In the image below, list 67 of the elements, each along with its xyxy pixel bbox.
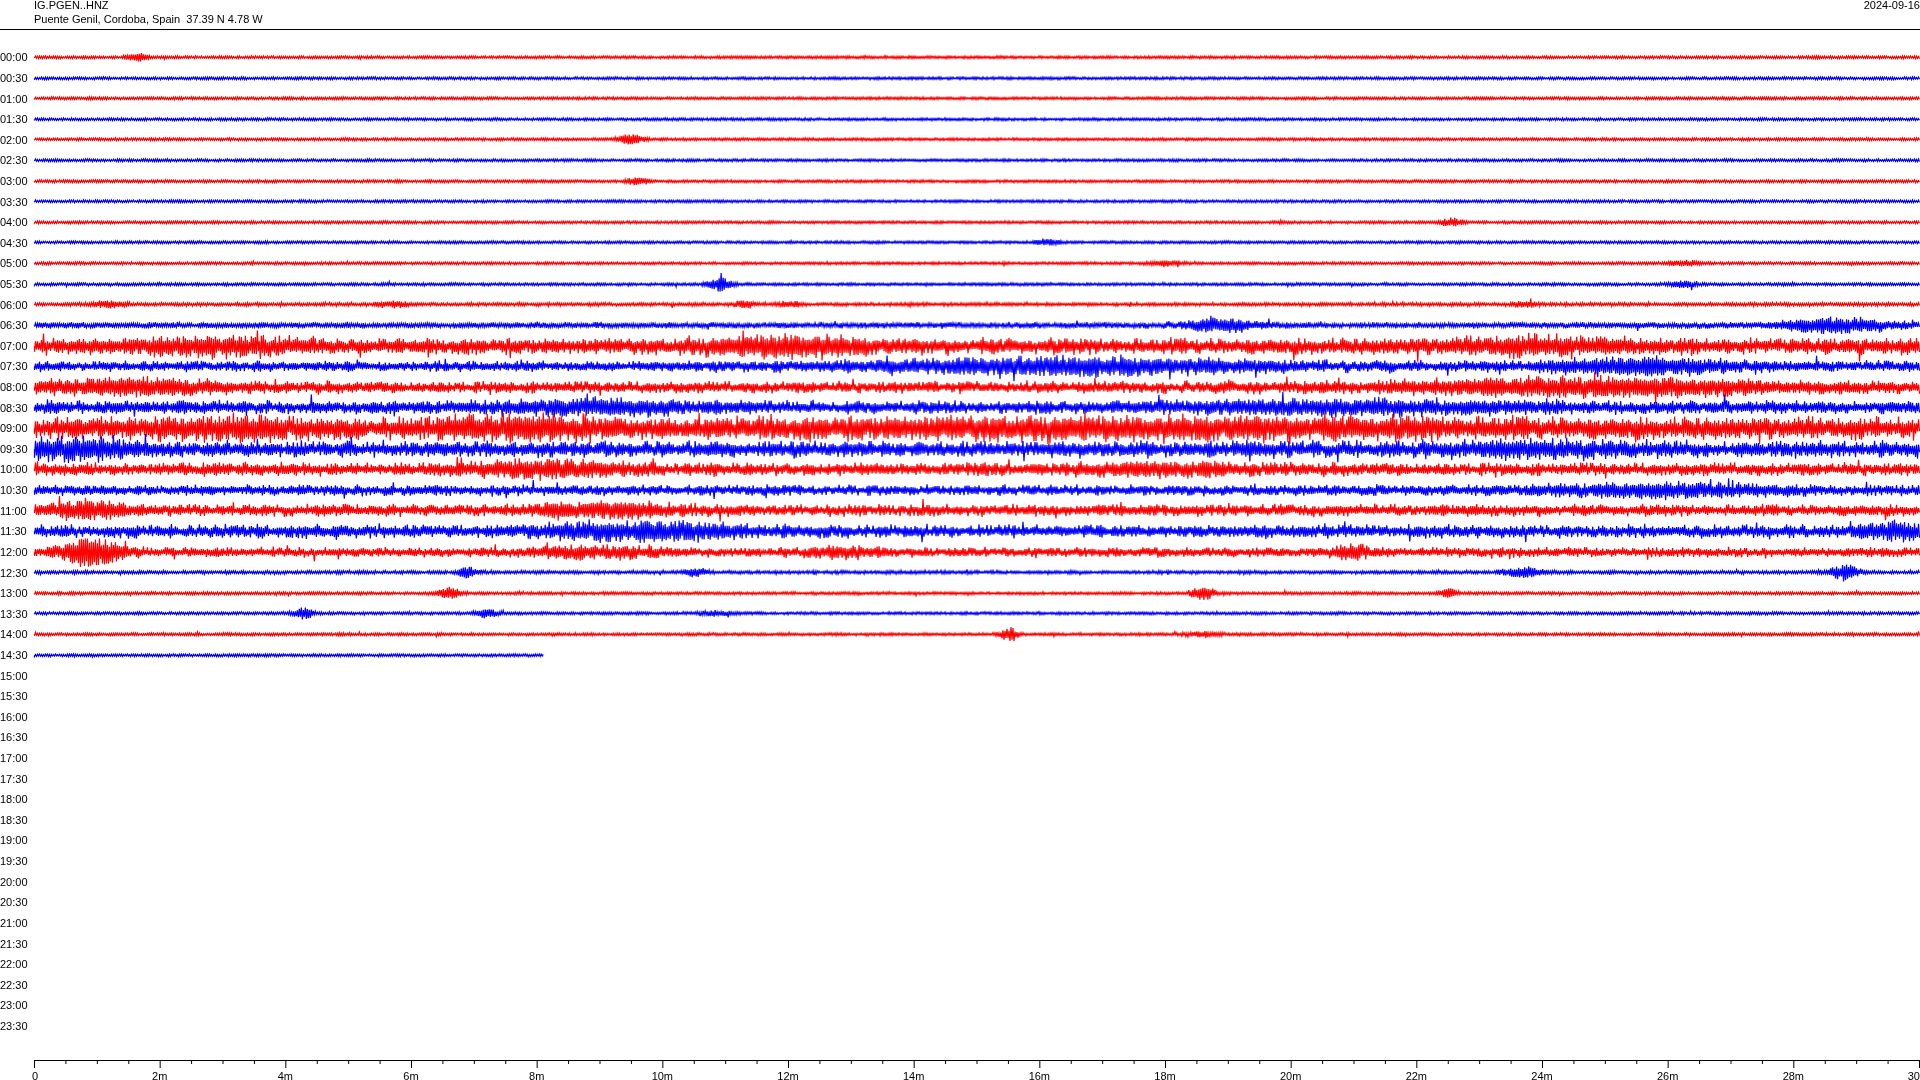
time-label: 11:00 — [0, 504, 28, 517]
time-label: 16:30 — [0, 731, 29, 744]
axis-tick-label: 22m — [1405, 1070, 1428, 1080]
time-label: 18:00 — [0, 793, 29, 806]
time-label: 10:30 — [0, 484, 29, 497]
time-label: 02:30 — [0, 154, 29, 167]
time-label: 18:30 — [0, 813, 29, 826]
time-label: 14:00 — [0, 628, 29, 641]
date-label: 2024-09-16 — [1863, 0, 1920, 12]
axis-tick-label: 18m — [1154, 1070, 1176, 1080]
time-label: 20:00 — [0, 875, 29, 888]
time-label: 15:30 — [0, 690, 29, 703]
axis-tick-label: 12m — [777, 1070, 799, 1080]
axis-tick-label: 8m — [529, 1070, 545, 1080]
station-code: IG.PGEN..HNZ — [34, 0, 109, 12]
time-label: 23:00 — [0, 999, 29, 1012]
axis-tick-label: 16m — [1028, 1070, 1051, 1080]
axis-tick-label: 10m — [651, 1070, 674, 1080]
time-label: 00:30 — [0, 71, 29, 84]
time-label: 10:00 — [0, 463, 29, 476]
axis-tick-label: 0 — [32, 1070, 39, 1080]
time-label: 08:00 — [0, 381, 29, 394]
time-label: 04:30 — [0, 236, 29, 249]
axis-tick-label: 4m — [277, 1070, 293, 1080]
axis-tick-label: 14m — [902, 1070, 925, 1080]
station-location: Puente Genil, Cordoba, Spain 37.39 N 4.78 W — [34, 13, 263, 26]
time-label: 23:30 — [0, 1019, 29, 1032]
time-label: 03:00 — [0, 174, 29, 187]
time-label: 09:30 — [0, 442, 29, 455]
time-label: 06:30 — [0, 319, 29, 332]
time-label: 19:00 — [0, 834, 29, 847]
time-label: 01:30 — [0, 113, 29, 126]
time-label: 19:30 — [0, 855, 29, 868]
time-label: 09:00 — [0, 422, 29, 435]
time-label: 12:00 — [0, 545, 29, 558]
time-label: 21:30 — [0, 937, 29, 950]
time-label: 13:30 — [0, 607, 29, 620]
time-label: 06:00 — [0, 298, 29, 311]
axis-tick-label: 20m — [1279, 1070, 1302, 1080]
axis-tick-label: 26m — [1656, 1070, 1679, 1080]
time-label: 03:30 — [0, 195, 29, 208]
time-label: 17:30 — [0, 772, 29, 785]
time-label: 16:00 — [0, 710, 29, 723]
axis-tick-label: 2m — [152, 1070, 168, 1080]
time-label: 21:00 — [0, 916, 29, 929]
time-label: 01:00 — [0, 92, 29, 105]
time-label: 22:30 — [0, 978, 29, 991]
time-label: 00:00 — [0, 51, 29, 64]
time-label: 05:30 — [0, 278, 29, 290]
axis-tick-label: 24m — [1531, 1070, 1553, 1080]
time-label: 15:00 — [0, 669, 29, 682]
time-label: 12:30 — [0, 566, 29, 579]
time-label: 14:30 — [0, 648, 29, 661]
axis-tick-label: 6m — [403, 1070, 419, 1080]
time-label: 11:30 — [0, 525, 28, 538]
time-label: 13:00 — [0, 587, 29, 600]
time-label: 04:00 — [0, 216, 29, 229]
time-label: 22:00 — [0, 958, 29, 971]
axis-tick-label: 30 — [1907, 1070, 1920, 1080]
axis-tick-label: 28m — [1782, 1070, 1805, 1080]
time-label: 07:30 — [0, 360, 29, 373]
time-label: 20:30 — [0, 896, 29, 909]
time-label: 02:00 — [0, 133, 29, 146]
time-label: 05:00 — [0, 257, 29, 270]
time-label: 08:30 — [0, 401, 29, 414]
time-label: 17:00 — [0, 752, 29, 764]
time-label: 07:00 — [0, 339, 29, 352]
